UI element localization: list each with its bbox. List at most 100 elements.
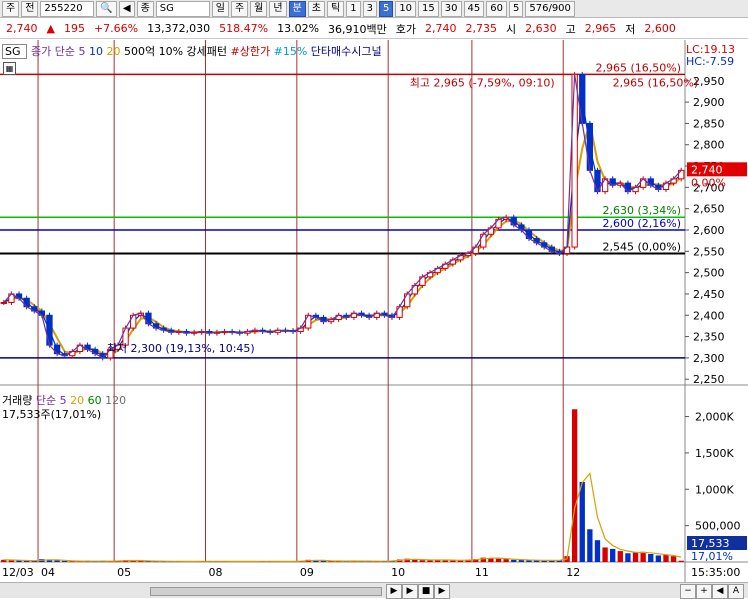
price-tick-2550: 2,550 [693,245,725,258]
volume-bar [617,551,623,562]
toolbar-item-5[interactable]: 종 [136,0,154,17]
price-tick-2900: 2,900 [693,96,725,109]
toolbar-item-12[interactable]: 초 [307,0,325,17]
volume-bar [495,558,502,562]
footer-bar: ▶ ▶ ■ ▶ − + ◀ A [0,582,748,599]
trade-amount: 36,910백만 [328,22,387,36]
chart-scrollbar[interactable] [150,587,382,596]
current-volume-label: 17,533 [691,537,730,550]
prev-icon[interactable]: ▶ [402,584,418,599]
toolbar-item-4[interactable]: ◀ [118,0,135,17]
zoom-out-icon[interactable]: − [680,584,696,599]
toolbar-item-14[interactable]: 1 [346,0,361,17]
ask-price-1: 2,740 [425,22,457,35]
toolbar-item-10[interactable]: 년 [269,0,287,17]
low-price: 2,600 [644,22,676,35]
volume-bar [412,559,418,562]
toolbar-item-15[interactable]: 3 [362,0,377,17]
toolbar-item-23[interactable]: 576/900 [525,0,575,17]
toolbar-item-11[interactable]: 분 [288,0,306,17]
hline-label-3: 2,545 (0,00%) [602,240,681,253]
price-tick-2600: 2,600 [693,224,725,237]
volume-bar [663,554,669,562]
volume-bar [594,540,601,562]
toolbar-item-3[interactable]: 🔍 [96,0,117,17]
volume-bar [419,560,426,562]
volume-total: 13,372,030 [147,22,211,35]
candle [579,73,586,124]
up-arrow-icon: ▲ [46,22,55,35]
volume-bar [610,548,616,562]
x-label-0: 12/03 [2,566,34,579]
toolbar-item-19[interactable]: 30 [440,0,462,17]
toolbar-item-8[interactable]: 주 [230,0,249,17]
volume-bar [571,409,578,562]
x-label-7: 12 [566,566,580,579]
annotation-high: 최고 2,965 (-7,59%, 09:10) [410,76,555,89]
current-volume-pct-label: 17,01% [691,550,733,563]
price-legend-item-0: 종가 단순 [31,45,79,58]
chart-area[interactable]: 2,250 2,300 2,350 2,400 2,450 2,500 2,550 2,600… [0,40,748,582]
volume-bar [503,559,509,562]
auto-scale-icon[interactable]: A [728,584,744,599]
x-label-5: 10 [391,566,405,579]
toolbar-item-16[interactable]: 5 [378,0,394,17]
indicator-tag[interactable]: SG [2,44,28,59]
grid-toggle-icon[interactable]: ▦ [3,62,16,75]
open-price: 2,630 [525,22,557,35]
toolbar-item-18[interactable]: 15 [418,0,439,17]
volume-tick-1500000: 1,500K [695,447,734,460]
high-price: 2,965 [584,22,617,35]
scroll-right-icon[interactable]: ▶ [386,584,402,599]
price-legend: SG 종가 단순 5 10 20 500억 10% 강세패턴 #상한가 #15%… [2,43,382,59]
toolbar-item-22[interactable]: 5 [508,0,524,17]
volume-tick-500000: 500,000 [695,520,741,533]
toolbar-item-21[interactable]: 60 [486,0,507,17]
price-volume-chart[interactable]: 2,250 2,300 2,350 2,400 2,450 2,500 2,550 2,600… [0,40,748,582]
x-label-2: 05 [117,566,131,579]
toolbar-item-1[interactable]: 전 [21,0,39,17]
price-legend-item-2: 10 [89,45,107,58]
candle [480,233,487,248]
price-tick-2250: 2,250 [693,373,725,386]
fast-forward-icon[interactable]: ▶ [434,584,450,599]
volume-bar [587,529,593,562]
price-tick-2300: 2,300 [693,352,725,365]
candle [571,73,578,248]
x-label-1: 04 [41,566,55,579]
toolbar-item-9[interactable]: 월 [250,0,268,17]
price-tick-2850: 2,850 [693,117,725,130]
low-label: 저 [625,22,636,36]
price-legend-item-5: #상한가 [230,45,274,58]
price-tick-2450: 2,450 [693,288,725,301]
volume-current-label: 17,533주(17,01%) [2,408,102,421]
quote-bar: 2,740 ▲ 195 +7.66% 13,372,030 518.47% 13… [0,19,748,39]
toolbar-item-13[interactable]: 틱 [326,0,345,17]
volume-ratio: 518.47% [219,22,269,35]
toolbar-item-20[interactable]: 45 [463,0,485,17]
toolbar-item-7[interactable]: 일 [211,0,229,17]
toolbar-item-6[interactable]: SG [155,0,210,17]
candle [305,314,312,329]
price-tick-2800: 2,800 [693,139,725,152]
candle [0,301,7,304]
x-label-4: 09 [300,566,314,579]
price-legend-item-6: #15% [273,45,311,58]
toolbar-item-2[interactable]: 255220 [40,0,95,17]
scroll-left-icon[interactable]: ◀ [712,584,728,599]
annotation-high-right: 2,965 (16,50%) [613,76,699,89]
turnover-rate: 13.02% [277,22,320,35]
zoom-in-icon[interactable]: + [696,584,712,599]
candle [404,293,411,308]
corner-hc: HC:-7.59 [686,55,735,68]
candle [46,314,53,346]
price-legend-item-1: 5 [78,45,89,58]
x-time-label: 15:35:00 [691,566,740,579]
hline-label-0: 2,965 (16,50%) [595,61,681,74]
price-change: 195 [63,22,85,35]
toolbar-item-17[interactable]: 10 [395,0,417,17]
price-legend-item-4: 500억 10% 강세패턴 [124,45,231,58]
hline-label-1: 2,630 (3,34%) [602,204,681,217]
stop-icon[interactable]: ■ [418,584,434,599]
toolbar-item-0[interactable]: 주 [2,0,20,17]
